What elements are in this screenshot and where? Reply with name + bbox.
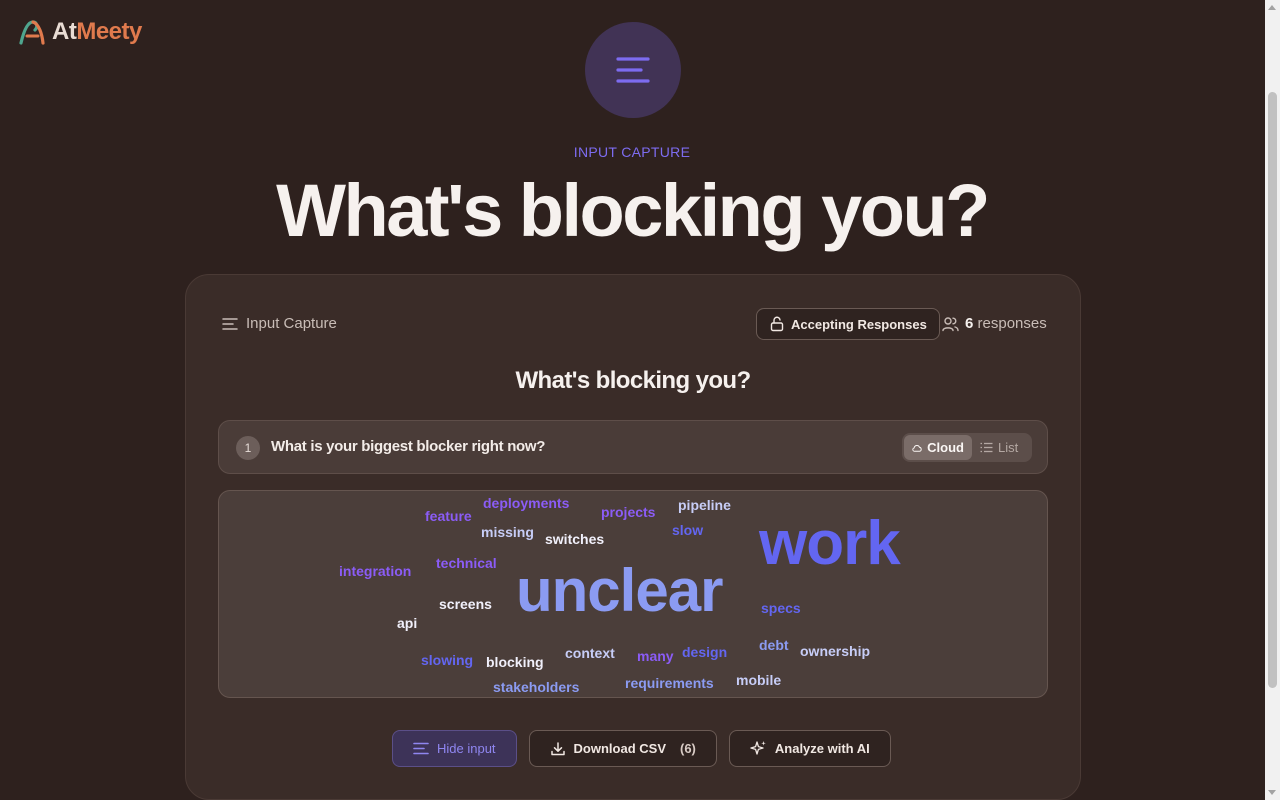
brand-name: AtMeety (52, 18, 142, 45)
input-capture-icon (585, 22, 681, 118)
analyze-with-ai-button[interactable]: Analyze with AI (728, 730, 891, 767)
users-icon (942, 316, 959, 331)
download-csv-button[interactable]: Download CSV (6) (528, 730, 717, 767)
cloud-word: technical (436, 555, 497, 571)
cloud-word: many (637, 648, 674, 664)
download-icon (550, 741, 565, 755)
cloud-word: mobile (736, 672, 782, 688)
page-title: What's blocking you? (276, 169, 990, 252)
card-header-label: Input Capture (222, 315, 337, 332)
cloud-word: missing (481, 524, 534, 540)
cloud-word: ownership (800, 643, 871, 659)
question-text: What is your biggest blocker right now? (271, 438, 546, 455)
question-number: 1 (236, 436, 260, 460)
card-title: What's blocking you? (515, 367, 751, 394)
brand-logo[interactable]: AtMeety (18, 18, 142, 46)
cloud-view-button[interactable]: Cloud (904, 435, 972, 460)
scrollbar-thumb[interactable] (1268, 92, 1277, 688)
cloud-word: integration (339, 563, 412, 579)
cloud-word: work (759, 509, 901, 578)
unlock-icon (770, 316, 784, 332)
question-bar: 1 What is your biggest blocker right now… (218, 420, 1048, 474)
page-scrollbar[interactable] (1265, 0, 1280, 800)
cloud-word: blocking (486, 654, 544, 670)
cloud-word: projects (601, 504, 656, 520)
responses-count: 6 responses (942, 315, 1047, 332)
cloud-word: slow (672, 522, 704, 538)
cloud-word: context (565, 645, 615, 661)
hide-input-button[interactable]: Hide input (392, 730, 517, 767)
accepting-responses-button[interactable]: Accepting Responses (756, 308, 940, 340)
logo-icon (19, 20, 45, 45)
sparkles-icon (750, 741, 766, 755)
cloud-word: specs (761, 600, 801, 616)
list-view-button[interactable]: List (972, 435, 1026, 460)
scroll-up-arrow-icon[interactable] (1268, 5, 1276, 10)
cloud-word: screens (439, 596, 492, 612)
cloud-word: stakeholders (493, 679, 580, 695)
lines-icon (222, 317, 238, 330)
action-bar: Hide input Download CSV (6) Analyze with… (392, 730, 891, 767)
cloud-word: requirements (625, 675, 714, 691)
scroll-down-arrow-icon[interactable] (1268, 790, 1276, 795)
cloud-word: pipeline (678, 497, 731, 513)
view-toggle: Cloud List (902, 433, 1032, 462)
cloud-word: deployments (483, 495, 570, 511)
cloud-word: feature (425, 508, 472, 524)
cloud-word: unclear (516, 557, 723, 624)
cloud-word: api (397, 615, 418, 631)
list-icon (980, 442, 993, 453)
cloud-word: switches (545, 531, 605, 547)
cloud-icon (912, 444, 922, 452)
lines-icon (413, 742, 429, 755)
word-cloud: deployments feature projects pipeline mi… (218, 490, 1048, 698)
response-card: Input Capture Accepting Responses 6 resp… (185, 274, 1081, 800)
cloud-word: debt (759, 637, 789, 653)
cloud-word: slowing (421, 652, 474, 668)
activity-kicker: INPUT CAPTURE (573, 144, 691, 160)
cloud-word: design (682, 644, 728, 660)
